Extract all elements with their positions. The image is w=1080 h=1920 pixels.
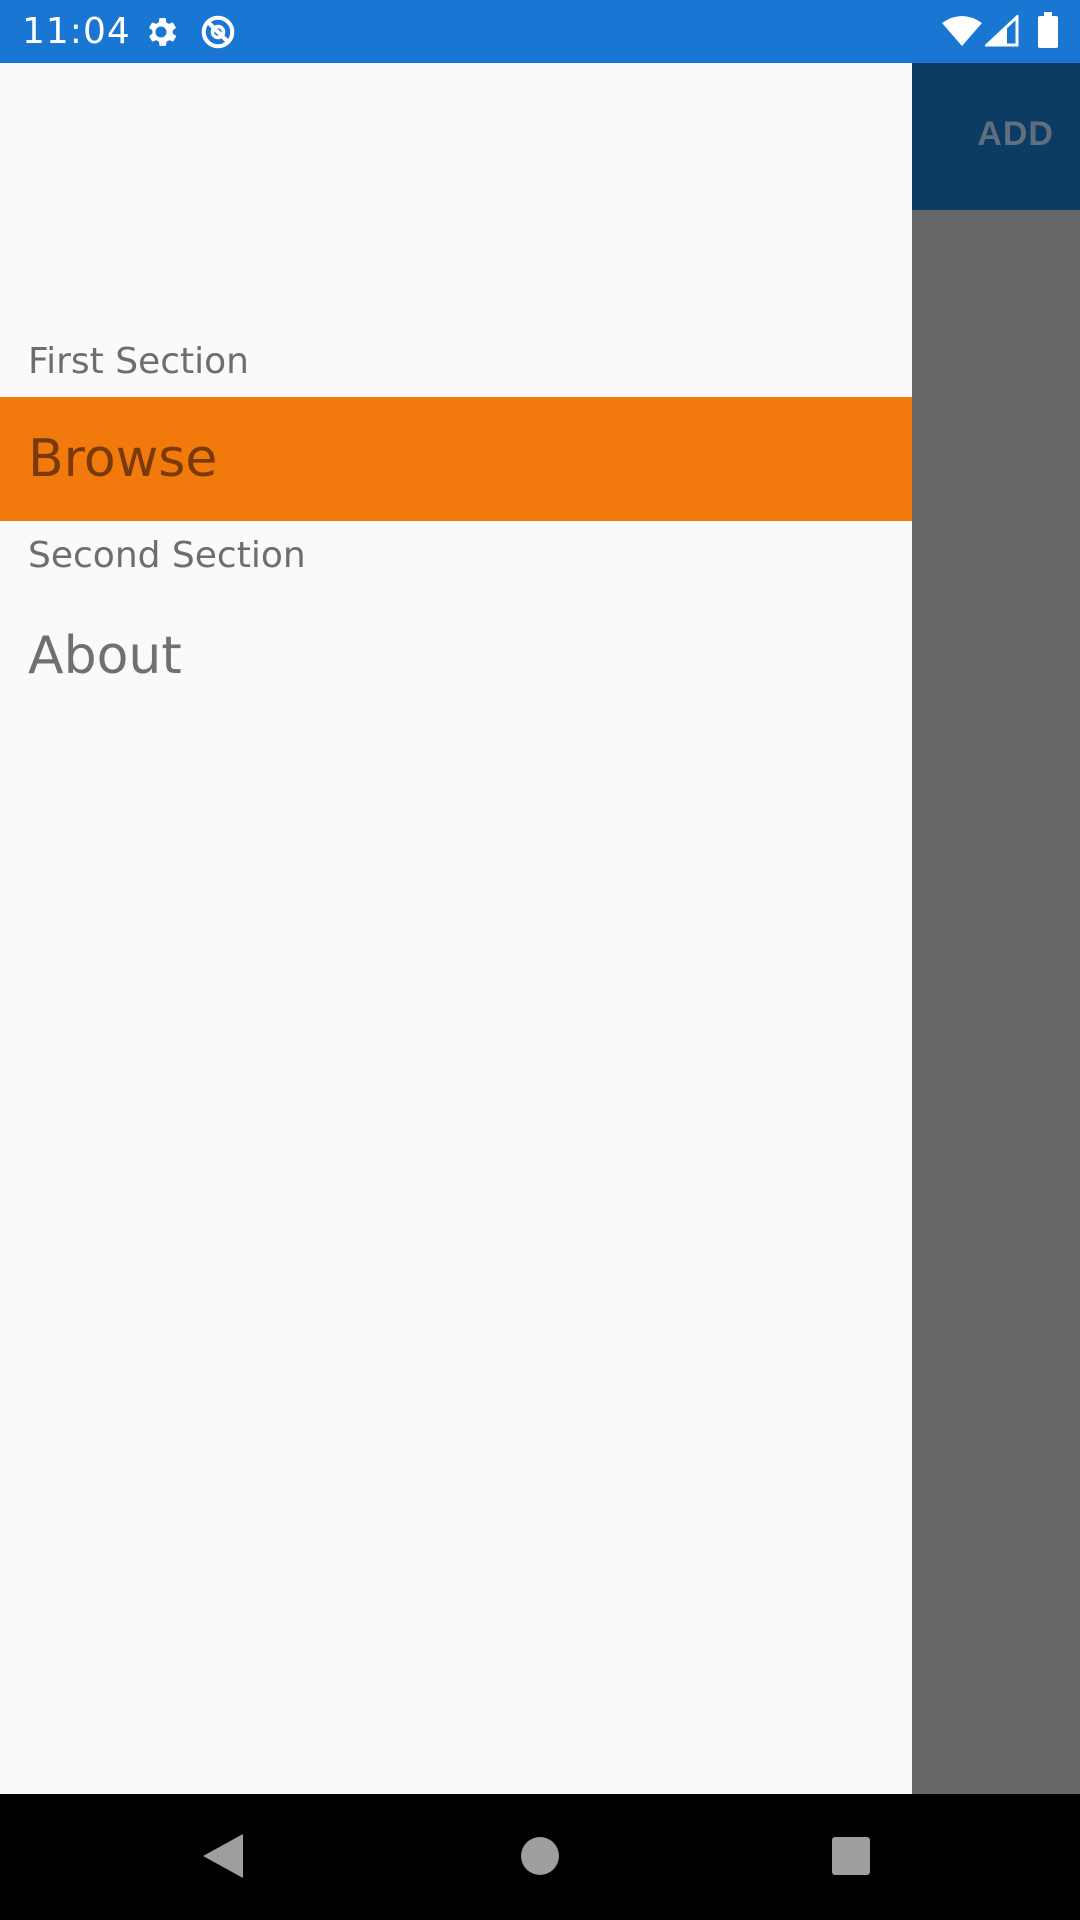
- section-title-first: First Section: [28, 341, 249, 382]
- menu-item-label: About: [28, 626, 182, 686]
- status-time: 11:04: [22, 11, 131, 52]
- app-toolbar: ADD: [912, 63, 1080, 210]
- status-bar: 11:04: [0, 0, 1080, 63]
- signal-icon: [985, 15, 1019, 47]
- gear-icon: [148, 18, 177, 46]
- drawer-scrim[interactable]: [912, 210, 1080, 1794]
- battery-icon: [1038, 12, 1058, 48]
- menu-item-about[interactable]: About: [0, 593, 912, 717]
- wifi-icon: [942, 16, 982, 46]
- recents-icon[interactable]: [831, 1836, 871, 1876]
- home-icon[interactable]: [520, 1836, 560, 1876]
- menu-item-label: Browse: [28, 429, 218, 489]
- navigation-bar: [0, 1794, 1080, 1920]
- back-icon[interactable]: [203, 1832, 247, 1880]
- do-not-disturb-icon: [201, 15, 235, 49]
- add-button[interactable]: ADD: [977, 115, 1054, 154]
- menu-item-browse[interactable]: Browse: [0, 397, 912, 521]
- section-title-second: Second Section: [28, 535, 306, 576]
- drawer-header: [0, 63, 912, 331]
- navigation-drawer: First Section Browse Second Section Abou…: [0, 63, 912, 1794]
